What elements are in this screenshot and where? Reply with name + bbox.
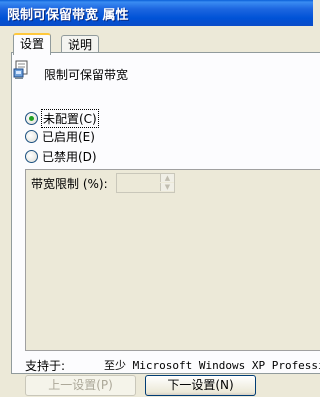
- radio-enabled[interactable]: 已启用(E): [25, 128, 96, 145]
- radio-label-disabled[interactable]: 已禁用(D): [41, 148, 98, 165]
- tab-settings[interactable]: 设置: [13, 33, 52, 55]
- radio-label-enabled[interactable]: 已启用(E): [41, 128, 96, 145]
- radio-button-icon[interactable]: [25, 150, 38, 163]
- policy-name: 限制可保留带宽: [44, 68, 129, 82]
- options-groupbox: [25, 169, 320, 351]
- spin-up-icon[interactable]: ▲: [160, 174, 174, 182]
- bandwidth-limit-label: 带宽限制 (%):: [31, 177, 108, 191]
- bandwidth-limit-stepper[interactable]: ▲ ▼: [116, 173, 175, 193]
- supported-on-label: 支持于:: [25, 359, 66, 373]
- radio-button-icon[interactable]: [25, 130, 38, 143]
- radio-disabled[interactable]: 已禁用(D): [25, 148, 98, 165]
- spin-down-icon[interactable]: ▼: [160, 183, 174, 191]
- supported-on-value: 至少 Microsoft Windows XP Professio: [104, 359, 320, 372]
- next-setting-button[interactable]: 下一设置(N): [145, 375, 256, 396]
- radio-not-configured[interactable]: 未配置(C): [25, 109, 99, 128]
- radio-label-not-configured[interactable]: 未配置(C): [41, 109, 99, 128]
- title-bar[interactable]: 限制可保留带宽 属性: [0, 0, 313, 26]
- window-title: 限制可保留带宽 属性: [7, 8, 129, 23]
- policy-setting-icon: [13, 60, 28, 79]
- previous-setting-button[interactable]: 上一设置(P): [25, 375, 136, 396]
- radio-button-icon[interactable]: [25, 112, 38, 125]
